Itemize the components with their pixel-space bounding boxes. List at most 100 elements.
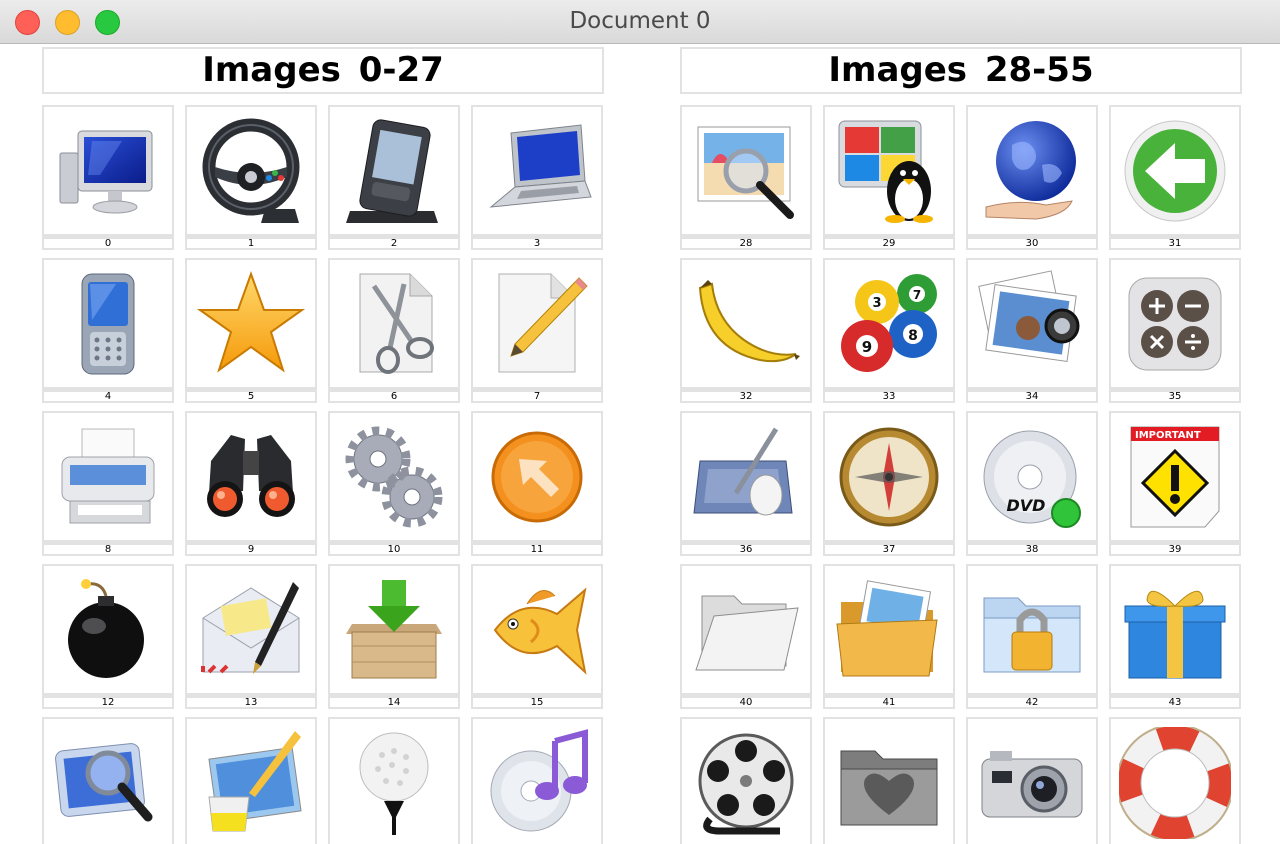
printer-icon	[42, 411, 174, 542]
image-tile[interactable]: 6	[328, 258, 460, 403]
image-tile[interactable]: 0	[42, 105, 174, 250]
image-tile[interactable]: 16	[42, 717, 174, 844]
svg-text:3: 3	[872, 296, 881, 311]
image-tile[interactable]: 44	[680, 717, 812, 844]
image-index-label: 1	[185, 236, 317, 250]
fish-icon	[471, 564, 603, 695]
image-tile[interactable]: 10	[328, 411, 460, 556]
image-index-label: 10	[328, 542, 460, 556]
image-tile[interactable]: 17	[185, 717, 317, 844]
image-tile[interactable]: IMPORTANT 39	[1109, 411, 1241, 556]
document-content: Images 0-27 0 1 2 3 4 5 6 7 8 9 10 11 12…	[0, 45, 1280, 844]
image-tile[interactable]: 42	[966, 564, 1098, 709]
image-index-label: 40	[680, 695, 812, 709]
image-tile[interactable]: 7	[471, 258, 603, 403]
panel-title: Images 28-55	[680, 47, 1242, 94]
compass-icon	[823, 411, 955, 542]
image-index-label: 33	[823, 389, 955, 403]
image-tile[interactable]: 30	[966, 105, 1098, 250]
image-tile[interactable]: 15	[471, 564, 603, 709]
svg-text:DVD: DVD	[1007, 496, 1046, 515]
image-tile[interactable]: 1	[185, 105, 317, 250]
laptop-icon	[471, 105, 603, 236]
image-tile[interactable]: 13	[185, 564, 317, 709]
paint-icon	[185, 717, 317, 844]
image-tile[interactable]: 29	[823, 105, 955, 250]
binoculars-icon	[185, 411, 317, 542]
image-tile[interactable]: 37	[823, 411, 955, 556]
image-grid-left: 0 1 2 3 4 5 6 7 8 9 10 11 12 13 14 15	[42, 105, 604, 844]
image-index-label: 36	[680, 542, 812, 556]
image-tile[interactable]: 19	[471, 717, 603, 844]
pda-icon	[328, 105, 460, 236]
image-index-label: 13	[185, 695, 317, 709]
image-tile[interactable]: 32	[680, 258, 812, 403]
back-arrow-icon	[1109, 105, 1241, 236]
golf-ball-icon	[328, 717, 460, 844]
image-grid-right: 28 29 30 31 32 37 8 9 33 34 35 36 37 DVD…	[680, 105, 1242, 844]
image-tile[interactable]: 28	[680, 105, 812, 250]
image-tile[interactable]: 5	[185, 258, 317, 403]
orange-arrow-icon	[471, 411, 603, 542]
image-tile[interactable]: 11	[471, 411, 603, 556]
image-tile[interactable]: DVD 38	[966, 411, 1098, 556]
steering-wheel-icon	[185, 105, 317, 236]
image-tile[interactable]: 45	[823, 717, 955, 844]
image-tile[interactable]: 3 7 8 9 33	[823, 258, 955, 403]
image-tile[interactable]: 41	[823, 564, 955, 709]
heart-folder-icon	[823, 717, 955, 844]
image-index-label: 4	[42, 389, 174, 403]
image-index-label: 0	[42, 236, 174, 250]
image-index-label: 14	[328, 695, 460, 709]
image-tile[interactable]: 2	[328, 105, 460, 250]
film-reel-icon	[680, 717, 812, 844]
image-tile[interactable]: 18	[328, 717, 460, 844]
image-tile[interactable]: 34	[966, 258, 1098, 403]
image-tile[interactable]: 35	[1109, 258, 1241, 403]
document-pencil-icon	[471, 258, 603, 389]
lifebuoy-icon	[1109, 717, 1241, 844]
window-title: Document 0	[569, 8, 711, 34]
gears-icon	[328, 411, 460, 542]
image-tile[interactable]: 43	[1109, 564, 1241, 709]
star-icon	[185, 258, 317, 389]
image-index-label: 28	[680, 236, 812, 250]
image-tile[interactable]: 3	[471, 105, 603, 250]
image-index-label: 2	[328, 236, 460, 250]
image-tile[interactable]: 4	[42, 258, 174, 403]
image-index-label: 5	[185, 389, 317, 403]
locked-folder-icon	[966, 564, 1098, 695]
image-index-label: 3	[471, 236, 603, 250]
window-titlebar: Document 0	[0, 0, 1280, 44]
gift-icon	[1109, 564, 1241, 695]
svg-text:IMPORTANT: IMPORTANT	[1135, 430, 1201, 441]
image-tile[interactable]: 40	[680, 564, 812, 709]
image-tile[interactable]: 9	[185, 411, 317, 556]
svg-text:7: 7	[913, 288, 921, 302]
billiard-balls-icon: 3 7 8 9	[823, 258, 955, 389]
image-tile[interactable]: 31	[1109, 105, 1241, 250]
tablet-mouse-icon	[680, 411, 812, 542]
image-tile[interactable]: 12	[42, 564, 174, 709]
camera-icon	[966, 717, 1098, 844]
image-index-label: 30	[966, 236, 1098, 250]
open-folder-icon	[680, 564, 812, 695]
image-tile[interactable]: 47	[1109, 717, 1241, 844]
linux-penguin-icon	[823, 105, 955, 236]
image-search-icon	[680, 105, 812, 236]
image-tile[interactable]: 8	[42, 411, 174, 556]
globe-hand-icon	[966, 105, 1098, 236]
important-warning-icon: IMPORTANT	[1109, 411, 1241, 542]
image-index-label: 31	[1109, 236, 1241, 250]
download-box-icon	[328, 564, 460, 695]
image-index-label: 7	[471, 389, 603, 403]
image-index-label: 37	[823, 542, 955, 556]
image-tile[interactable]: 36	[680, 411, 812, 556]
image-tile[interactable]: 46	[966, 717, 1098, 844]
image-index-label: 15	[471, 695, 603, 709]
image-tile[interactable]: 14	[328, 564, 460, 709]
image-index-label: 34	[966, 389, 1098, 403]
scissors-icon	[328, 258, 460, 389]
dvd-icon: DVD	[966, 411, 1098, 542]
image-index-label: 32	[680, 389, 812, 403]
